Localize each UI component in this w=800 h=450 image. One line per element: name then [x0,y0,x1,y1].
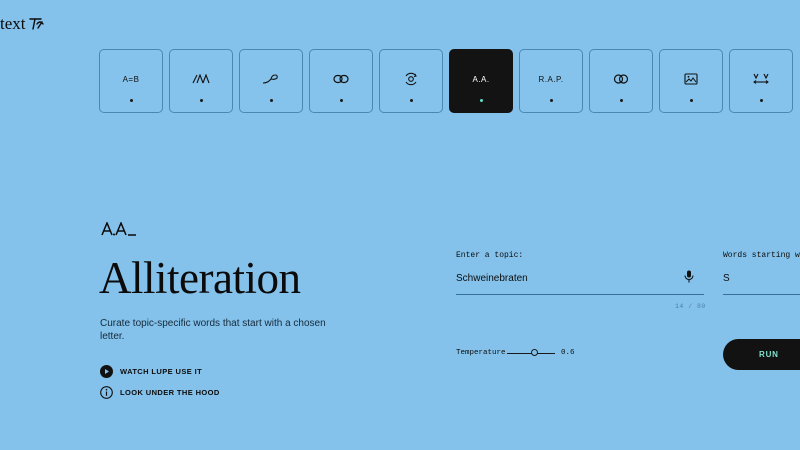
run-button-label: RUN [759,350,779,359]
info-icon [100,386,113,399]
play-icon [100,365,113,378]
tool-acronym[interactable]: R.A.P. [519,49,583,113]
tool-equivalence-label: A=B [122,74,140,84]
tool-bar: A=B A.A. R.A.P. [99,49,793,113]
topic-char-counter: 14 / 80 [675,303,706,310]
tool-indicator-dot [269,99,273,102]
tool-orbit-eye[interactable] [379,49,443,113]
tool-indicator-dot [689,99,693,102]
opposites-icon [730,72,792,86]
letter-input[interactable]: S [723,273,730,284]
temperature-slider-thumb[interactable] [531,349,538,356]
page-title: Alliteration [99,253,301,303]
tool-indicator-dot [409,99,413,102]
tool-indicator-dot [759,99,763,102]
app-page: text A=B A.A. R.A.P. Alliteration Curate… [0,0,800,450]
watch-demo-link[interactable]: WATCH LUPE USE IT [100,365,202,378]
overlap-circles-icon [590,72,652,86]
tool-indicator-dot [549,99,553,102]
microphone-icon[interactable] [684,270,694,288]
tool-indicator-dot-active [479,99,483,102]
tool-slash-triangles[interactable] [169,49,233,113]
page-description: Curate topic-specific words that start w… [100,318,326,342]
logo-text: text [0,14,26,33]
logo-glyph-icon [28,18,44,30]
alliteration-icon [101,222,136,236]
orbit-eye-icon [380,72,442,86]
topic-label: Enter a topic: [456,251,524,260]
under-the-hood-link[interactable]: LOOK UNDER THE HOOD [100,386,220,399]
tool-opposites[interactable] [729,49,793,113]
topic-input-underline [456,294,704,295]
temperature-label: Temperature [456,349,506,357]
tool-indicator-dot [619,99,623,102]
tool-equivalence[interactable]: A=B [99,49,163,113]
run-button[interactable]: RUN [723,339,800,370]
temperature-value: 0.6 [561,349,575,357]
under-the-hood-label: LOOK UNDER THE HOOD [120,388,220,397]
tool-indicator-dot [199,99,203,102]
tool-acronym-label: R.A.P. [538,74,564,84]
topic-input[interactable]: Schweinebraten [456,273,528,284]
tool-curve-line[interactable] [239,49,303,113]
link-icon [310,72,372,86]
tool-alliteration[interactable]: A.A. [449,49,513,113]
letter-input-underline [723,294,800,295]
curve-line-icon [240,72,302,86]
tool-image-caption[interactable] [659,49,723,113]
tool-link[interactable] [309,49,373,113]
watch-demo-label: WATCH LUPE USE IT [120,367,203,376]
tool-alliteration-label: A.A. [472,74,490,84]
tool-indicator-dot [339,99,343,102]
app-logo[interactable]: text [0,14,45,34]
tool-overlap-circles[interactable] [589,49,653,113]
tool-indicator-dot [129,99,133,102]
image-caption-icon [660,72,722,86]
letter-label: Words starting wi [723,251,800,260]
slash-triangles-icon [170,72,232,86]
